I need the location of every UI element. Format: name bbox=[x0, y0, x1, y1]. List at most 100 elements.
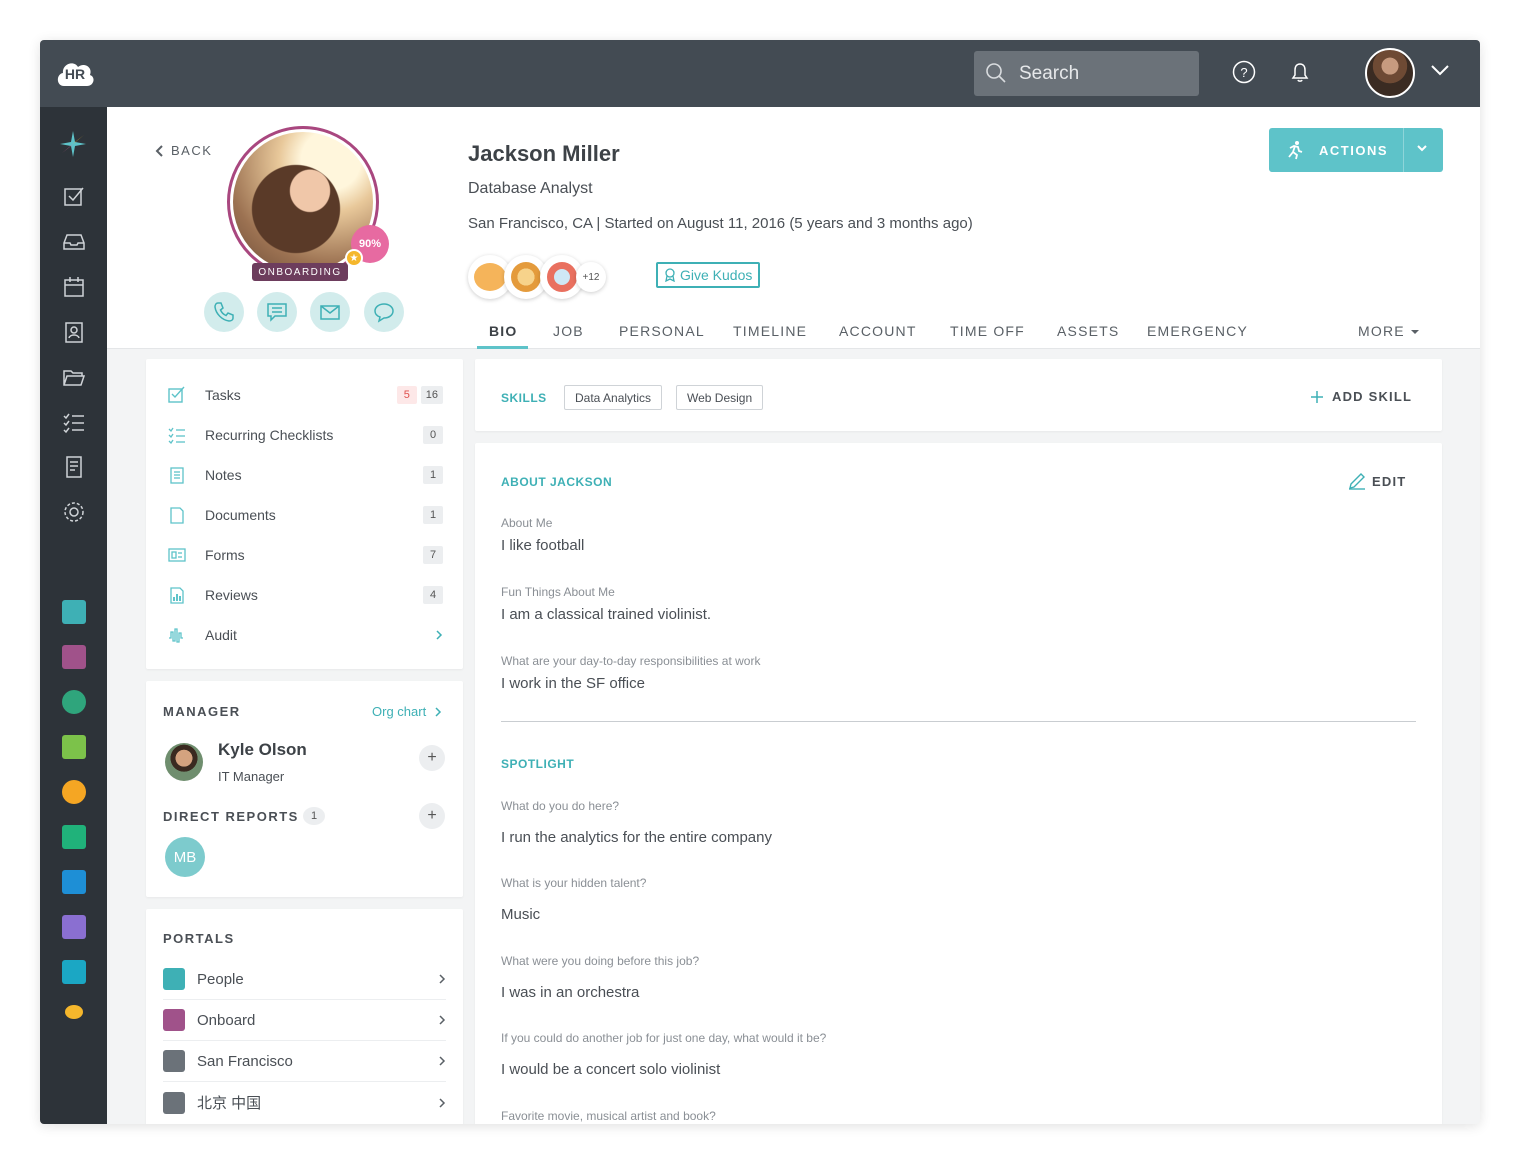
manager-heading: MANAGER bbox=[163, 704, 241, 719]
list-item-label: Forms bbox=[205, 547, 245, 563]
list-item-label: Notes bbox=[205, 467, 242, 483]
chevron-right-icon bbox=[439, 1015, 446, 1025]
travel-app-icon[interactable] bbox=[62, 735, 86, 759]
tab-time-off[interactable]: TIME OFF bbox=[950, 323, 1025, 339]
kudos-app-icon[interactable] bbox=[65, 1005, 83, 1019]
list-item-notes[interactable]: Notes 1 bbox=[166, 461, 443, 489]
chevron-down-icon[interactable] bbox=[1430, 64, 1450, 76]
bell-icon[interactable] bbox=[1288, 60, 1312, 84]
question-label: What do you do here? bbox=[501, 799, 620, 813]
tab-emergency[interactable]: EMERGENCY bbox=[1147, 323, 1248, 339]
list-item-label: Recurring Checklists bbox=[205, 427, 334, 443]
portal-beijing[interactable]: 北京 中国 bbox=[163, 1082, 446, 1123]
phone-button[interactable] bbox=[204, 292, 244, 332]
onboard-app-icon[interactable] bbox=[62, 645, 86, 669]
portal-onboard[interactable]: Onboard bbox=[163, 1000, 446, 1041]
onboarding-status: ONBOARDING bbox=[252, 263, 348, 281]
list-item-recurring-checklists[interactable]: Recurring Checklists 0 bbox=[166, 421, 443, 449]
contact-card-icon[interactable] bbox=[62, 320, 86, 344]
checklist-nav-icon[interactable] bbox=[62, 410, 86, 434]
office-building-icon bbox=[163, 1050, 185, 1072]
search-input[interactable]: Search bbox=[974, 51, 1199, 96]
skill-chip[interactable]: Web Design bbox=[676, 385, 764, 410]
user-avatar[interactable] bbox=[1365, 48, 1415, 98]
answer-text: I work in the SF office bbox=[501, 675, 645, 692]
sms-button[interactable] bbox=[257, 292, 297, 332]
portals-card: PORTALS People Onboard San Francisco 北京 … bbox=[146, 909, 463, 1124]
folder-icon[interactable] bbox=[62, 365, 86, 389]
email-button[interactable] bbox=[310, 292, 350, 332]
tab-account[interactable]: ACCOUNT bbox=[839, 323, 917, 339]
audit-icon bbox=[166, 624, 188, 646]
search-icon bbox=[986, 63, 1006, 83]
list-item-documents[interactable]: Documents 1 bbox=[166, 501, 443, 529]
back-button[interactable]: BACK bbox=[155, 143, 212, 158]
inbox-icon[interactable] bbox=[62, 230, 86, 254]
give-kudos-label: Give Kudos bbox=[680, 267, 753, 283]
phone-icon bbox=[214, 302, 234, 322]
calendar-icon[interactable] bbox=[62, 275, 86, 299]
question-label: If you could do another job for just one… bbox=[501, 1031, 827, 1045]
section-divider bbox=[501, 721, 1416, 722]
message-icon bbox=[267, 303, 287, 322]
reports-app-icon[interactable] bbox=[62, 915, 86, 939]
list-item-forms[interactable]: Forms 7 bbox=[166, 541, 443, 569]
health-app-icon[interactable] bbox=[62, 780, 86, 804]
about-heading: ABOUT JACKSON bbox=[501, 475, 613, 489]
brand-star-icon[interactable] bbox=[58, 129, 88, 159]
give-kudos-button[interactable]: Give Kudos bbox=[656, 262, 761, 288]
search-app-icon[interactable] bbox=[62, 870, 86, 894]
caret-down-icon bbox=[1410, 330, 1419, 334]
skills-card: SKILLS Data Analytics Web Design ADD SKI… bbox=[475, 359, 1442, 431]
list-item-audit[interactable]: Audit bbox=[166, 621, 443, 649]
forms-icon bbox=[166, 544, 188, 566]
recognition-app-icon[interactable] bbox=[62, 690, 86, 714]
people-app-icon[interactable] bbox=[62, 600, 86, 624]
actions-button[interactable]: ACTIONS bbox=[1269, 128, 1443, 172]
tasks-nav-icon[interactable] bbox=[62, 185, 86, 209]
skills-heading: SKILLS bbox=[501, 391, 547, 405]
help-icon[interactable]: ? bbox=[1232, 60, 1256, 84]
tab-timeline[interactable]: TIMELINE bbox=[733, 323, 807, 339]
tab-job[interactable]: JOB bbox=[553, 323, 584, 339]
settings-gear-icon[interactable] bbox=[62, 500, 86, 524]
notes-icon bbox=[166, 464, 188, 486]
employee-job-title: Database Analyst bbox=[468, 180, 593, 197]
direct-report-avatar[interactable]: MB bbox=[165, 837, 205, 877]
exit-app-icon[interactable] bbox=[62, 960, 86, 984]
employee-location: San Francisco, CA | Started on August 11… bbox=[468, 215, 973, 232]
question-label: What is your hidden talent? bbox=[501, 876, 647, 890]
org-chart-link[interactable]: Org chart bbox=[372, 704, 442, 719]
portal-people[interactable]: People bbox=[163, 959, 446, 1000]
list-item-reviews[interactable]: Reviews 4 bbox=[166, 581, 443, 609]
search-placeholder: Search bbox=[1019, 63, 1080, 84]
question-label: What were you doing before this job? bbox=[501, 954, 700, 968]
chat-bubble-icon bbox=[374, 303, 394, 323]
edit-button[interactable]: EDIT bbox=[1348, 472, 1406, 490]
portal-label: 北京 中国 bbox=[197, 1095, 262, 1112]
add-direct-report-button[interactable]: + bbox=[419, 803, 445, 829]
more-badges[interactable]: +12 bbox=[576, 262, 606, 292]
app-window: HR Search ? BACK 90% ONBOARDING ★ Jackso… bbox=[40, 40, 1480, 1124]
tab-personal[interactable]: PERSONAL bbox=[619, 323, 705, 339]
tab-bio[interactable]: BIO bbox=[489, 323, 518, 339]
add-manager-button[interactable]: + bbox=[419, 745, 445, 771]
item-count: 16 bbox=[420, 386, 443, 404]
portal-san-francisco[interactable]: San Francisco bbox=[163, 1041, 446, 1082]
list-item-tasks[interactable]: Tasks 5 16 bbox=[166, 381, 443, 409]
manager-name[interactable]: Kyle Olson bbox=[218, 740, 307, 760]
chevron-right-icon bbox=[436, 630, 443, 640]
add-skill-button[interactable]: ADD SKILL bbox=[1310, 389, 1412, 404]
reviews-icon bbox=[166, 584, 188, 606]
document-nav-icon[interactable] bbox=[62, 455, 86, 479]
more-tabs-dropdown[interactable]: MORE bbox=[1358, 323, 1420, 339]
office-building-icon bbox=[163, 1091, 185, 1114]
skill-chip[interactable]: Data Analytics bbox=[564, 385, 663, 410]
manager-avatar[interactable] bbox=[165, 743, 203, 781]
tab-assets[interactable]: ASSETS bbox=[1057, 323, 1119, 339]
chat-button[interactable] bbox=[364, 292, 404, 332]
training-app-icon[interactable] bbox=[62, 825, 86, 849]
item-count: 1 bbox=[423, 506, 443, 524]
svg-text:?: ? bbox=[1240, 65, 1247, 80]
hr-logo[interactable]: HR bbox=[54, 56, 96, 90]
